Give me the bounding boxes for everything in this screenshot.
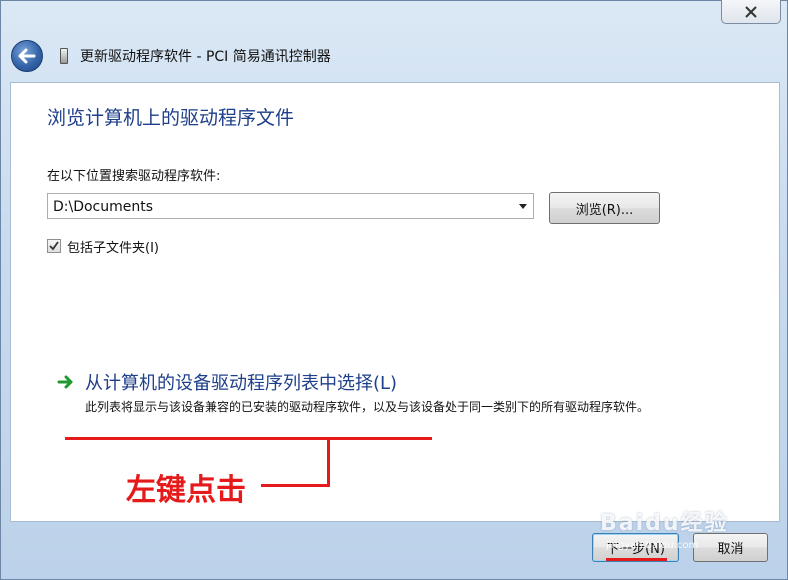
cancel-button[interactable]: 取消: [693, 533, 768, 562]
back-arrow-icon: [18, 48, 36, 64]
close-button[interactable]: [721, 0, 781, 24]
close-icon: [745, 5, 757, 18]
include-subfolders-checkbox[interactable]: [47, 239, 61, 253]
annotation-callout-line: [261, 484, 330, 487]
include-subfolders-label: 包括子文件夹(I): [67, 240, 159, 256]
checkmark-icon: [49, 241, 59, 251]
path-combobox[interactable]: D:\Documents: [47, 193, 534, 219]
green-arrow-icon: [57, 375, 73, 389]
annotation-underline: [65, 437, 432, 440]
page-heading: 浏览计算机上的驱动程序文件: [47, 107, 295, 129]
browse-button[interactable]: 浏览(R)...: [549, 192, 660, 224]
annotation-text: 左键点击: [126, 473, 246, 508]
dialog-content: 浏览计算机上的驱动程序文件 在以下位置搜索驱动程序软件: D:\Document…: [10, 82, 780, 522]
select-from-list-link[interactable]: 从计算机的设备驱动程序列表中选择(L): [85, 369, 397, 395]
watermark-url: jingyan.baidu.com: [606, 540, 699, 551]
dialog-header: 更新驱动程序软件 - PCI 简易通讯控制器: [0, 28, 788, 80]
dialog-title: 更新驱动程序软件 - PCI 简易通讯控制器: [80, 49, 331, 65]
dropdown-arrow-icon[interactable]: [519, 204, 527, 209]
search-location-label: 在以下位置搜索驱动程序软件:: [47, 169, 221, 184]
path-value: D:\Documents: [53, 199, 154, 215]
select-from-list-description: 此列表将显示与该设备兼容的已安装的驱动程序软件，以及与该设备处于同一类别下的所有…: [85, 400, 650, 414]
include-subfolders-row[interactable]: 包括子文件夹(I): [47, 237, 159, 256]
back-button[interactable]: [11, 40, 43, 72]
annotation-underline: [606, 558, 667, 561]
device-icon: [60, 48, 68, 64]
annotation-callout-line: [327, 440, 330, 487]
